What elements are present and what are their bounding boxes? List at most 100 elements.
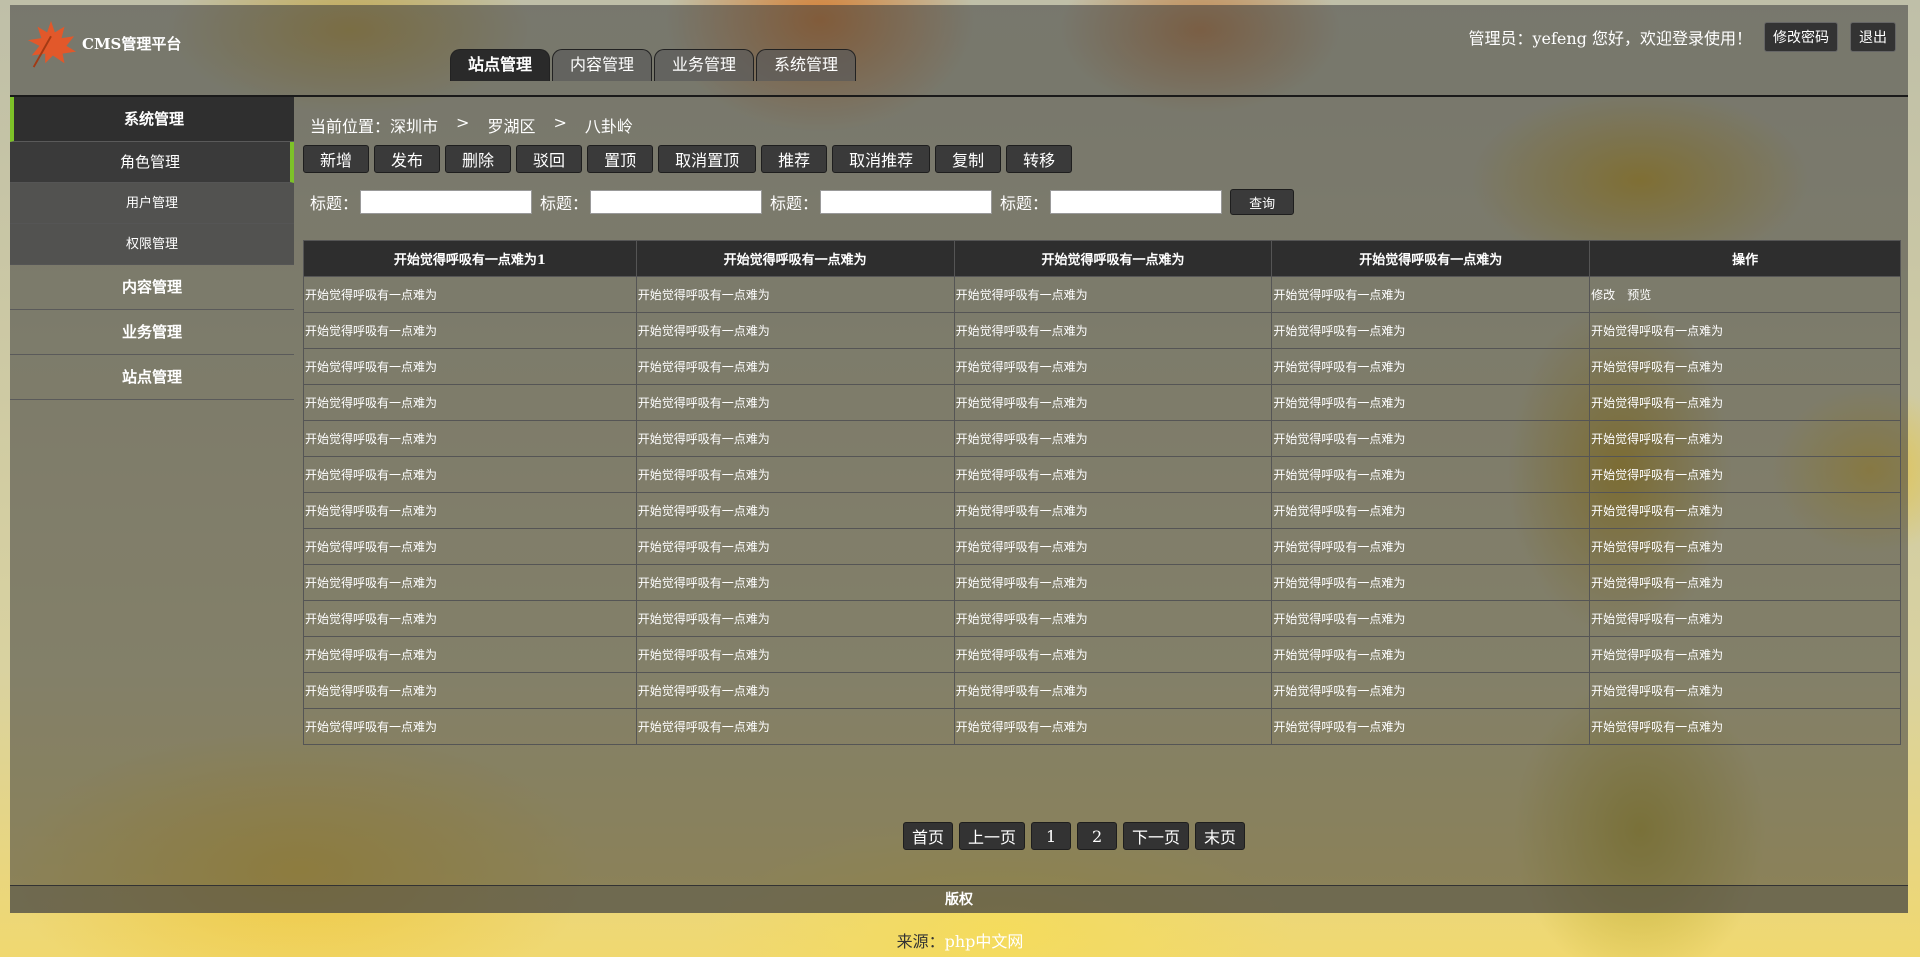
- table-row: 开始觉得呼吸有一点难为 开始觉得呼吸有一点难为 开始觉得呼吸有一点难为 开始觉得呼吸有…: [303, 672, 1901, 709]
- table-cell: 开始觉得呼吸有一点难为: [953, 528, 1273, 565]
- table-cell: 开始觉得呼吸有一点难为: [635, 636, 955, 673]
- data-table: 开始觉得呼吸有一点难为1 开始觉得呼吸有一点难为 开始觉得呼吸有一点难为 开始觉…: [303, 240, 1901, 745]
- search-label: 标题：: [310, 194, 359, 213]
- table-cell: 开始觉得呼吸有一点难为: [635, 384, 955, 421]
- breadcrumb: 当前位置： 深圳市 > 罗湖区 > 八卦岭: [310, 113, 633, 137]
- source-link[interactable]: php中文网: [945, 932, 1024, 951]
- sidebar-group-business[interactable]: 业务管理: [10, 310, 294, 355]
- first-page-button[interactable]: 首页: [903, 822, 954, 850]
- edit-link[interactable]: 修改: [1591, 288, 1615, 302]
- page-2-button[interactable]: 2: [1077, 822, 1118, 850]
- unrecommend-button[interactable]: 取消推荐: [832, 145, 931, 173]
- table-cell: 开始觉得呼吸有一点难为: [303, 672, 637, 709]
- operation-cell: 开始觉得呼吸有一点难为: [1589, 348, 1901, 385]
- title-search-input[interactable]: [360, 190, 533, 214]
- add-button[interactable]: 新增: [303, 145, 370, 173]
- preview-link[interactable]: 预览: [1627, 288, 1651, 302]
- recommend-button[interactable]: 推荐: [761, 145, 828, 173]
- table-cell: 开始觉得呼吸有一点难为: [953, 492, 1273, 529]
- pin-button[interactable]: 置顶: [587, 145, 654, 173]
- app-title: CMS管理平台: [82, 34, 182, 53]
- table-cell: 开始觉得呼吸有一点难为: [1271, 672, 1591, 709]
- breadcrumb-item[interactable]: 深圳市: [390, 113, 438, 137]
- unpin-button[interactable]: 取消置顶: [658, 145, 757, 173]
- search-label: 标题：: [540, 194, 589, 213]
- table-row: 开始觉得呼吸有一点难为 开始觉得呼吸有一点难为 开始觉得呼吸有一点难为 开始觉得呼吸有…: [303, 564, 1901, 601]
- operation-cell: 开始觉得呼吸有一点难为: [1589, 312, 1901, 349]
- transfer-button[interactable]: 转移: [1006, 145, 1073, 173]
- table-cell: 开始觉得呼吸有一点难为: [635, 456, 955, 493]
- table-cell: 开始觉得呼吸有一点难为: [635, 492, 955, 529]
- sidebar-group-content[interactable]: 内容管理: [10, 265, 294, 310]
- column-header[interactable]: 开始觉得呼吸有一点难为1: [303, 240, 637, 277]
- reject-button[interactable]: 驳回: [516, 145, 583, 173]
- search-row: 标题： 标题： 标题： 标题： 查询: [310, 189, 1295, 215]
- search-button[interactable]: 查询: [1230, 189, 1295, 215]
- table-cell: 开始觉得呼吸有一点难为: [635, 348, 955, 385]
- toolbar: 新增 发布 删除 驳回 置顶 取消置顶 推荐 取消推荐 复制 转移: [303, 145, 1073, 173]
- title-search-input[interactable]: [590, 190, 763, 214]
- title-search-input[interactable]: [820, 190, 993, 214]
- header: CMS管理平台 站点管理 内容管理 业务管理 系统管理 管理员：yefeng 您…: [10, 5, 1908, 97]
- table-cell: 开始觉得呼吸有一点难为: [635, 420, 955, 457]
- operation-cell: 开始觉得呼吸有一点难为: [1589, 672, 1901, 709]
- logo: CMS管理平台: [22, 17, 181, 69]
- table-cell: 开始觉得呼吸有一点难为: [1271, 636, 1591, 673]
- operation-cell: 修改 预览: [1589, 276, 1901, 313]
- sidebar-item-users[interactable]: 用户管理: [10, 183, 294, 224]
- table-row: 开始觉得呼吸有一点难为 开始觉得呼吸有一点难为 开始觉得呼吸有一点难为 开始觉得呼吸有…: [303, 492, 1901, 529]
- publish-button[interactable]: 发布: [374, 145, 441, 173]
- breadcrumb-item[interactable]: 罗湖区: [487, 113, 535, 137]
- operation-cell: 开始觉得呼吸有一点难为: [1589, 420, 1901, 457]
- tab-content-management[interactable]: 内容管理: [552, 49, 652, 81]
- table-cell: 开始觉得呼吸有一点难为: [303, 420, 637, 457]
- table-cell: 开始觉得呼吸有一点难为: [953, 636, 1273, 673]
- table-cell: 开始觉得呼吸有一点难为: [303, 312, 637, 349]
- breadcrumb-item[interactable]: 八卦岭: [585, 113, 633, 137]
- maple-leaf-icon: [27, 20, 77, 68]
- breadcrumb-prefix: 当前位置：: [310, 117, 391, 136]
- last-page-button[interactable]: 末页: [1195, 822, 1246, 850]
- table-cell: 开始觉得呼吸有一点难为: [1271, 564, 1591, 601]
- table-cell: 开始觉得呼吸有一点难为: [303, 528, 637, 565]
- sidebar-group-system[interactable]: 系统管理: [10, 97, 294, 142]
- tab-system-management[interactable]: 系统管理: [756, 49, 856, 81]
- logout-button[interactable]: 退出: [1850, 22, 1896, 52]
- column-header[interactable]: 开始觉得呼吸有一点难为: [953, 240, 1273, 277]
- breadcrumb-separator: >: [456, 113, 470, 132]
- table-cell: 开始觉得呼吸有一点难为: [635, 312, 955, 349]
- column-header[interactable]: 开始觉得呼吸有一点难为: [635, 240, 955, 277]
- table-row: 开始觉得呼吸有一点难为 开始觉得呼吸有一点难为 开始觉得呼吸有一点难为 开始觉得呼吸有…: [303, 348, 1901, 385]
- tab-business-management[interactable]: 业务管理: [654, 49, 754, 81]
- table-cell: 开始觉得呼吸有一点难为: [303, 564, 637, 601]
- table-cell: 开始觉得呼吸有一点难为: [303, 276, 637, 313]
- table-cell: 开始觉得呼吸有一点难为: [1271, 492, 1591, 529]
- main-panel: CMS管理平台 站点管理 内容管理 业务管理 系统管理 管理员：yefeng 您…: [10, 5, 1908, 913]
- column-header[interactable]: 开始觉得呼吸有一点难为: [1271, 240, 1591, 277]
- table-row: 开始觉得呼吸有一点难为 开始觉得呼吸有一点难为 开始觉得呼吸有一点难为 开始觉得呼吸有…: [303, 420, 1901, 457]
- operation-cell: 开始觉得呼吸有一点难为: [1589, 708, 1901, 745]
- next-page-button[interactable]: 下一页: [1123, 822, 1190, 850]
- tab-site-management[interactable]: 站点管理: [450, 49, 550, 81]
- column-header: 操作: [1589, 240, 1901, 277]
- table-cell: 开始觉得呼吸有一点难为: [635, 600, 955, 637]
- pagination: 首页 上一页 1 2 下一页 末页: [903, 822, 1246, 850]
- operation-cell: 开始觉得呼吸有一点难为: [1589, 456, 1901, 493]
- change-password-button[interactable]: 修改密码: [1764, 22, 1838, 52]
- breadcrumb-separator: >: [553, 113, 567, 132]
- table-cell: 开始觉得呼吸有一点难为: [635, 564, 955, 601]
- sidebar-group-site[interactable]: 站点管理: [10, 355, 294, 400]
- table-row: 开始觉得呼吸有一点难为 开始觉得呼吸有一点难为 开始觉得呼吸有一点难为 开始觉得呼吸有…: [303, 384, 1901, 421]
- prev-page-button[interactable]: 上一页: [959, 822, 1026, 850]
- table-cell: 开始觉得呼吸有一点难为: [953, 708, 1273, 745]
- table-cell: 开始觉得呼吸有一点难为: [635, 528, 955, 565]
- table-row: 开始觉得呼吸有一点难为 开始觉得呼吸有一点难为 开始觉得呼吸有一点难为 开始觉得呼吸有…: [303, 636, 1901, 673]
- delete-button[interactable]: 删除: [445, 145, 512, 173]
- welcome-text: 管理员：yefeng 您好，欢迎登录使用！: [1468, 29, 1752, 48]
- sidebar-item-permissions[interactable]: 权限管理: [10, 224, 294, 265]
- page-1-button[interactable]: 1: [1031, 822, 1072, 850]
- title-search-input[interactable]: [1050, 190, 1223, 214]
- sidebar-item-roles[interactable]: 角色管理: [10, 142, 294, 183]
- copy-button[interactable]: 复制: [935, 145, 1002, 173]
- table-cell: 开始觉得呼吸有一点难为: [1271, 600, 1591, 637]
